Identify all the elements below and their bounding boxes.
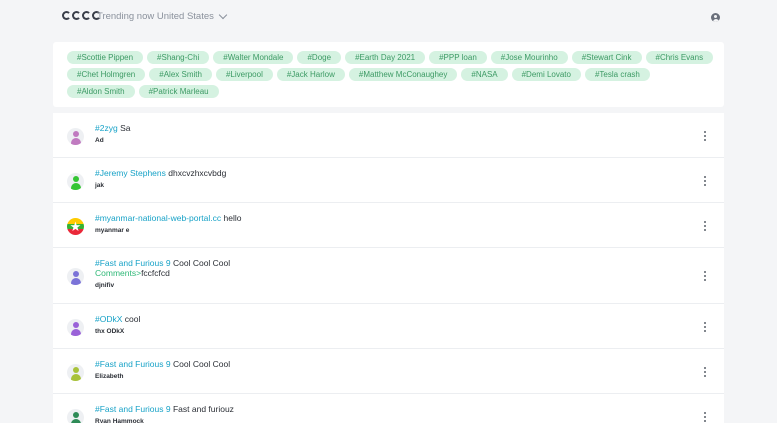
- post-author[interactable]: Elizabeth: [95, 373, 124, 380]
- post-item: #ODkX cool thx ODkX: [53, 304, 724, 349]
- avatar-person-icon: [67, 364, 84, 381]
- post-item: #Fast and Furious 9 Fast and furiouz Ryan…: [53, 394, 724, 423]
- more-vertical-icon[interactable]: [704, 221, 707, 232]
- post-hashtag-link[interactable]: #Fast and Furious 9: [95, 359, 171, 369]
- trending-tag[interactable]: #Shang-Chi: [147, 51, 210, 64]
- trend-label: Trending now: [97, 11, 155, 22]
- avatar-person-icon: [67, 319, 84, 336]
- post-item: #2zyg Sa Ad: [53, 113, 724, 158]
- avatar-person-icon: [67, 268, 84, 285]
- post-text: Sa: [120, 123, 131, 133]
- trending-tag[interactable]: #Matthew McConaughey: [348, 68, 458, 81]
- trending-tag[interactable]: #Stewart Cink: [571, 51, 642, 64]
- post-author[interactable]: Ryan Hammock: [95, 418, 144, 423]
- avatar-person-icon: [67, 128, 84, 145]
- post-text: Fast and furiouz: [172, 404, 234, 414]
- post-author[interactable]: djnifiv: [95, 282, 114, 289]
- trend-region-selector[interactable]: Trending now United States: [97, 10, 228, 22]
- post-author[interactable]: myanmar e: [95, 227, 129, 234]
- post-content: #ODkX cool: [95, 314, 655, 324]
- post-content: #Fast and Furious 9 Fast and furiouz: [95, 404, 655, 414]
- trending-tag[interactable]: #Patrick Marleau: [138, 85, 219, 98]
- more-vertical-icon[interactable]: [704, 322, 707, 333]
- trending-tag[interactable]: #Alex Smith: [149, 68, 212, 81]
- more-vertical-icon[interactable]: [704, 412, 707, 423]
- post-author[interactable]: jak: [95, 182, 104, 189]
- more-vertical-icon[interactable]: [704, 176, 707, 187]
- trending-tag[interactable]: #Chris Evans: [645, 51, 714, 64]
- trending-tag[interactable]: #Doge: [297, 51, 342, 64]
- avatar-person-icon: [67, 409, 84, 423]
- user-circle-icon[interactable]: [711, 13, 720, 22]
- post-content: #Jeremy Stephens dhxcvzhxcvbdg: [95, 168, 655, 178]
- comment-text: fccfcfcd: [141, 268, 170, 278]
- more-vertical-icon[interactable]: [704, 367, 707, 378]
- trending-tag[interactable]: #Scottie Pippen: [67, 51, 144, 64]
- trending-tag[interactable]: #PPP loan: [429, 51, 487, 64]
- trending-tag[interactable]: #Chet Holmgren: [67, 68, 146, 81]
- post-hashtag-link[interactable]: #myanmar-national-web-portal.cc: [95, 213, 221, 223]
- post-text: cool: [124, 314, 141, 324]
- avatar-person-icon: [67, 173, 84, 190]
- trending-tags-card: #Scottie Pippen #Shang-Chi #Walter Mondale…: [53, 42, 724, 107]
- post-text: Cool Cool Cool: [172, 359, 231, 369]
- trending-tag[interactable]: #Liverpool: [215, 68, 273, 81]
- trending-tag[interactable]: #Demi Lovato: [511, 68, 581, 81]
- post-hashtag-link[interactable]: #Jeremy Stephens: [95, 168, 166, 178]
- comments-link[interactable]: Comments>: [95, 268, 141, 278]
- post-content: #myanmar-national-web-portal.cc hello: [95, 213, 655, 223]
- region-label: United States: [156, 11, 214, 22]
- post-hashtag-link[interactable]: #Fast and Furious 9: [95, 258, 171, 268]
- trending-tag[interactable]: #Jack Harlow: [276, 68, 345, 81]
- trending-tags-list: #Scottie Pippen #Shang-Chi #Walter Mondale…: [67, 51, 717, 98]
- post-item: #Fast and Furious 9 Cool Cool Cool Commen…: [53, 248, 724, 304]
- post-item: ★ #myanmar-national-web-portal.cc hello my…: [53, 203, 724, 248]
- post-text: Cool Cool Cool: [172, 258, 231, 268]
- post-hashtag-link[interactable]: #ODkX: [95, 314, 122, 324]
- trending-tag[interactable]: #NASA: [461, 68, 508, 81]
- chevron-down-icon: [218, 10, 228, 20]
- post-feed: #2zyg Sa Ad #Jeremy Stephens dhxcvzhxcvbdg…: [53, 113, 724, 423]
- post-text: hello: [223, 213, 242, 223]
- trending-tag[interactable]: #Aldon Smith: [67, 85, 135, 98]
- post-author[interactable]: thx ODkX: [95, 328, 124, 335]
- more-vertical-icon[interactable]: [704, 131, 707, 142]
- top-bar: Trending now United States: [0, 0, 777, 36]
- cccc-logo-icon[interactable]: [62, 11, 102, 20]
- post-content: #Fast and Furious 9 Cool Cool Cool Commen…: [95, 258, 655, 278]
- post-hashtag-link[interactable]: #2zyg: [95, 123, 118, 133]
- myanmar-flag-icon: ★: [67, 218, 84, 235]
- trending-tag[interactable]: #Walter Mondale: [213, 51, 294, 64]
- post-content: #2zyg Sa: [95, 123, 655, 133]
- post-content: #Fast and Furious 9 Cool Cool Cool: [95, 359, 655, 369]
- post-item: #Jeremy Stephens dhxcvzhxcvbdg jak: [53, 158, 724, 203]
- post-author[interactable]: Ad: [95, 137, 104, 144]
- more-vertical-icon[interactable]: [704, 271, 707, 282]
- trending-tag[interactable]: #Jose Mourinho: [490, 51, 568, 64]
- trending-tag[interactable]: #Tesla crash: [584, 68, 650, 81]
- post-hashtag-link[interactable]: #Fast and Furious 9: [95, 404, 171, 414]
- post-text: dhxcvzhxcvbdg: [168, 168, 227, 178]
- trending-tag[interactable]: #Earth Day 2021: [345, 51, 426, 64]
- post-item: #Fast and Furious 9 Cool Cool Cool Elizab…: [53, 349, 724, 394]
